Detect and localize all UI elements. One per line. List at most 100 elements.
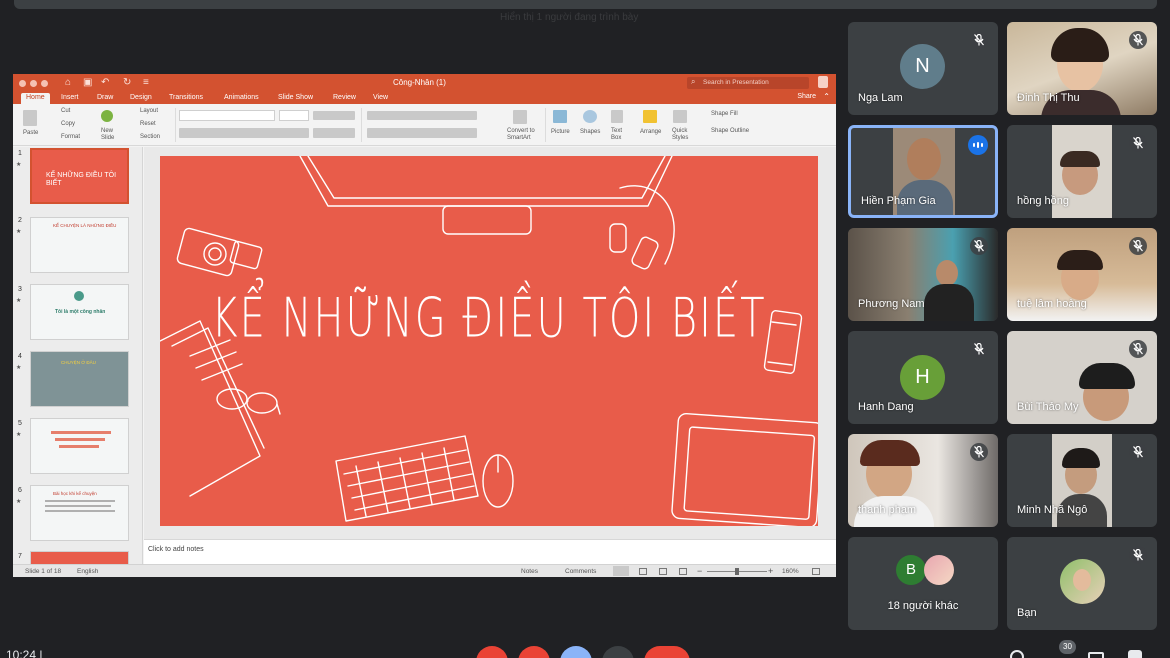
picture-button[interactable]: Picture	[551, 129, 570, 135]
tab-insert[interactable]: Insert	[56, 93, 84, 102]
zoom-out-icon[interactable]: −	[697, 566, 702, 576]
slide-thumbnail-6[interactable]: Bài học khi kể chuyện	[30, 485, 129, 541]
participant-tile[interactable]: thanh phạm	[848, 434, 998, 527]
participant-tile[interactable]: Phương Nam	[848, 228, 998, 321]
tab-design[interactable]: Design	[125, 93, 157, 102]
user-icon[interactable]	[818, 76, 828, 88]
chat-icon[interactable]	[1088, 652, 1104, 658]
notes-toggle[interactable]: Notes	[521, 568, 538, 575]
participant-tile[interactable]: N Nga Lam	[848, 22, 998, 115]
tab-view[interactable]: View	[368, 93, 393, 102]
more-icon[interactable]: ≡	[143, 77, 149, 88]
format-painter-button[interactable]: Format	[61, 134, 80, 140]
zoom-level[interactable]: 160%	[782, 568, 799, 575]
slide-sorter-icon[interactable]	[639, 568, 647, 575]
normal-view-icon[interactable]	[613, 566, 629, 576]
font-name-select[interactable]	[179, 110, 275, 121]
layout-button[interactable]: Layout	[140, 108, 158, 114]
zoom-slider-thumb[interactable]	[735, 568, 739, 575]
tab-animations[interactable]: Animations	[219, 93, 264, 102]
close-window-button[interactable]	[19, 80, 26, 87]
others-tile[interactable]: B 18 người khác	[848, 537, 998, 630]
comments-toggle[interactable]: Comments	[565, 568, 596, 575]
reset-button[interactable]: Reset	[140, 121, 156, 127]
leave-call-button[interactable]	[644, 646, 690, 658]
self-tile[interactable]: Bạn	[1007, 537, 1157, 630]
section-button[interactable]: Section	[140, 134, 160, 140]
home-icon[interactable]: ⌂	[65, 77, 71, 88]
mic-toggle-button[interactable]	[476, 646, 508, 658]
tab-draw[interactable]: Draw	[92, 93, 118, 102]
convert-smartart-button[interactable]: Convert to SmartArt	[507, 128, 535, 141]
arrange-icon[interactable]	[643, 110, 657, 123]
reading-view-icon[interactable]	[659, 568, 667, 575]
slideshow-icon[interactable]	[679, 568, 687, 575]
star-icon: ★	[16, 298, 22, 304]
star-icon: ★	[16, 499, 22, 505]
new-slide-button[interactable]: New Slide	[101, 128, 114, 141]
list-buttons[interactable]	[367, 111, 477, 120]
participant-tile[interactable]: H Hanh Dang	[848, 331, 998, 424]
language-indicator[interactable]: English	[77, 568, 98, 575]
minimize-window-button[interactable]	[30, 80, 37, 87]
text-box-icon[interactable]	[611, 110, 623, 123]
undo-icon[interactable]: ↶	[101, 77, 109, 88]
tab-slide-show[interactable]: Slide Show	[273, 93, 318, 102]
tab-review[interactable]: Review	[328, 93, 361, 102]
cut-button[interactable]: Cut	[61, 108, 70, 114]
alignment-buttons[interactable]	[367, 128, 477, 138]
quick-styles-button[interactable]: Quick Styles	[672, 128, 688, 141]
zoom-in-icon[interactable]: +	[768, 566, 773, 576]
activities-icon[interactable]	[1128, 650, 1142, 658]
participant-tile-active[interactable]: Hiền Phạm Gia	[848, 125, 998, 218]
mic-off-icon	[1129, 31, 1147, 49]
smartart-icon[interactable]	[513, 110, 527, 124]
participant-name: hồng hồng	[1017, 195, 1069, 207]
slide-thumbnail-3[interactable]: Tôi là một công nhân	[30, 284, 129, 340]
shapes-icon[interactable]	[583, 110, 597, 123]
slide-thumbnail-4[interactable]: CHUYỆN Ở ĐÂU	[30, 351, 129, 407]
font-format-buttons[interactable]	[179, 128, 309, 138]
slide-thumbnail-2[interactable]: KỂ CHUYỆN LÀ NHỮNG ĐIỀU	[30, 217, 129, 273]
participant-name: Bùi Thảo My	[1017, 401, 1079, 413]
collapse-ribbon-icon[interactable]: ⌃	[823, 92, 830, 101]
participant-tile[interactable]: Đinh Thị Thu	[1007, 22, 1157, 115]
shape-fill-button[interactable]: Shape Fill	[711, 111, 738, 117]
fit-slide-icon[interactable]	[812, 568, 820, 575]
font-size-controls[interactable]	[313, 111, 355, 120]
slide-thumbnail-1[interactable]: KỂ NHỮNG ĐIỀU TÔI BIẾT	[30, 148, 129, 204]
shapes-button[interactable]: Shapes	[580, 129, 600, 135]
participant-tile[interactable]: tuệ lâm hoàng	[1007, 228, 1157, 321]
save-icon[interactable]: ▣	[83, 77, 92, 88]
font-color-buttons[interactable]	[313, 128, 355, 138]
paste-button[interactable]: Paste	[23, 130, 38, 136]
arrange-button[interactable]: Arrange	[640, 129, 661, 135]
text-box-button[interactable]: Text Box	[611, 128, 622, 141]
shape-outline-button[interactable]: Shape Outline	[711, 128, 749, 134]
copy-button[interactable]: Copy	[61, 121, 75, 127]
raise-hand-button[interactable]	[602, 646, 634, 658]
notes-pane[interactable]: Click to add notes	[144, 539, 836, 564]
participant-tile[interactable]: Bùi Thảo My	[1007, 331, 1157, 424]
redo-icon[interactable]: ↻	[123, 77, 131, 88]
slide-thumbnail-5[interactable]	[30, 418, 129, 474]
search-input[interactable]: ⌕ Search in Presentation	[687, 77, 809, 89]
status-bar: Slide 1 of 18 English Notes Comments − +…	[13, 564, 836, 577]
info-icon[interactable]	[1010, 650, 1024, 658]
slide-thumbnail-7[interactable]	[30, 551, 129, 564]
zoom-window-button[interactable]	[41, 80, 48, 87]
tab-home[interactable]: Home	[21, 93, 50, 104]
document-title: Công-Nhân (1)	[393, 78, 446, 87]
current-slide[interactable]: KỂ NHỮNG ĐIỀU TÔI BIẾT	[160, 156, 818, 526]
new-slide-icon[interactable]	[101, 110, 113, 122]
camera-toggle-button[interactable]	[518, 646, 550, 658]
picture-icon[interactable]	[553, 110, 567, 123]
participant-tile[interactable]: hồng hồng	[1007, 125, 1157, 218]
share-button[interactable]: Share	[797, 93, 816, 100]
captions-button[interactable]	[560, 646, 592, 658]
font-size-select[interactable]	[279, 110, 309, 121]
quick-styles-icon[interactable]	[673, 110, 687, 123]
paste-icon[interactable]	[23, 110, 37, 126]
tab-transitions[interactable]: Transitions	[164, 93, 208, 102]
participant-tile[interactable]: Minh Nhã Ngô	[1007, 434, 1157, 527]
